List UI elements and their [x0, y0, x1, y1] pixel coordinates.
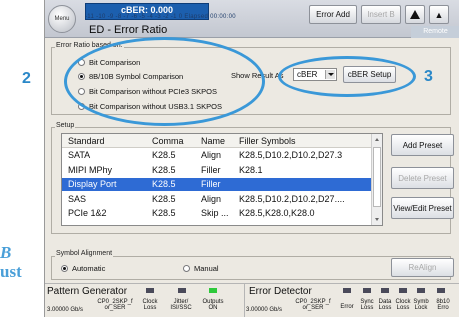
- ed-error: Error: [340, 304, 354, 310]
- column-standard[interactable]: Standard: [68, 136, 105, 146]
- status-divider: [244, 284, 245, 317]
- scroll-down-icon[interactable]: [375, 218, 379, 221]
- cell-filler: K28.5,D10.2,D10.2,D27....: [239, 193, 345, 204]
- column-name[interactable]: Name: [201, 136, 225, 146]
- ed-8b10b-led: [437, 288, 445, 293]
- pg-jitter-led: [178, 288, 186, 293]
- help-icon: ▲: [434, 9, 444, 20]
- pattern-generator-title: Pattern Generator: [47, 286, 128, 297]
- warning-button[interactable]: [405, 5, 425, 24]
- cell-filler: K28.5,D10.2,D10.2,D27.3: [239, 150, 343, 160]
- cell-comma: K28.5: [152, 193, 176, 204]
- pg-outputs-led: [209, 288, 217, 293]
- cell-standard: PCIe 1&2: [68, 208, 107, 218]
- realign-button[interactable]: ReAlign: [391, 258, 454, 277]
- error-add-button[interactable]: Error Add: [309, 5, 357, 24]
- cell-comma: K28.5: [152, 150, 176, 160]
- ed-pattern: CP0_2SKP_f or_SER: [295, 299, 331, 311]
- cell-comma: K28.5: [152, 208, 176, 218]
- table-row[interactable]: PCIe 1&2 K28.5 Skip ... K28.5,K28.0,K28.0: [62, 207, 372, 220]
- cell-name: Align: [201, 150, 222, 160]
- setup-group-label: Setup: [55, 122, 76, 129]
- table-row[interactable]: SAS K28.5 Align K28.5,D10.2,D10.2,D27....: [62, 193, 372, 206]
- cell-standard: Display Port: [68, 179, 117, 189]
- pg-clock-led: [146, 288, 154, 293]
- table-row[interactable]: Display Port K28.5 Filler: [62, 178, 372, 191]
- cell-filler: K28.5,K28.0,K28.0: [239, 208, 315, 218]
- radio-manual[interactable]: [183, 265, 190, 272]
- cell-name: Filler: [201, 179, 221, 189]
- title-bar: Menu cBER: 0.000 -11 -10 -9 -8 -7 -6 -5 …: [45, 0, 459, 38]
- cell-standard: MIPI MPhy: [68, 164, 113, 175]
- error-detector-title: Error Detector: [249, 286, 312, 297]
- ed-error-led: [343, 288, 351, 293]
- pg-outputs: Outputs ON: [202, 299, 224, 311]
- symbol-alignment-group-label: Symbol Alignment: [55, 250, 114, 257]
- ed-data-led: [381, 288, 389, 293]
- cell-name: Align: [201, 193, 222, 204]
- delete-preset-button[interactable]: Delete Preset: [391, 167, 454, 189]
- pg-rate: 3.00000 Gb/s: [47, 307, 84, 313]
- ed-symb-led: [417, 288, 425, 293]
- callout-number-3: 3: [424, 68, 433, 85]
- ed-sync-led: [363, 288, 371, 293]
- callout-ellipse-3: [278, 56, 416, 97]
- cell-name: Filler: [201, 164, 221, 175]
- document-letter-b: B: [0, 243, 12, 262]
- view-edit-preset-button[interactable]: View/Edit Preset: [391, 197, 454, 219]
- page-title: ED - Error Ratio: [89, 24, 168, 36]
- pg-pattern: CP0_2SKP_f or_SER: [97, 299, 133, 311]
- table-header: Standard Comma Name Filler Symbols: [62, 134, 372, 148]
- radio-automatic[interactable]: [61, 265, 68, 272]
- ed-8b10b-error: 8b10 Erro: [436, 299, 450, 311]
- pg-jitter: Jitter/ ISI/SSC: [170, 299, 192, 311]
- table-row[interactable]: SATA K28.5 Align K28.5,D10.2,D10.2,D27.3: [62, 149, 372, 162]
- column-filler-symbols[interactable]: Filler Symbols: [239, 136, 296, 146]
- column-comma[interactable]: Comma: [152, 136, 184, 146]
- manual-label: Manual: [194, 264, 219, 273]
- ed-data-loss: Data Loss: [378, 299, 392, 311]
- menu-button[interactable]: Menu: [48, 5, 76, 33]
- document-text-fragment: ust: [0, 262, 22, 281]
- filler-symbols-table[interactable]: Standard Comma Name Filler Symbols SATA K…: [61, 133, 383, 226]
- ed-rate: 3.00000 Gb/s: [246, 307, 283, 313]
- cell-name: Skip ...: [201, 208, 229, 218]
- table-scrollbar[interactable]: [371, 134, 382, 225]
- cell-standard: SAS: [68, 193, 87, 204]
- scroll-thumb[interactable]: [373, 147, 381, 207]
- error-scale: -11 -10 -9 -8 -7 -6 -5 -4 -3 -2 -1 0 Ela…: [85, 14, 236, 20]
- callout-number-2: 2: [22, 70, 31, 87]
- callout-ellipse-2: [64, 37, 265, 126]
- cell-comma: K28.5: [152, 179, 176, 189]
- cell-filler: K28.1: [239, 164, 263, 175]
- status-bar: Pattern Generator 3.00000 Gb/s CP0_2SKP_…: [45, 283, 459, 317]
- cell-comma: K28.5: [152, 164, 176, 175]
- ed-clock-led: [399, 288, 407, 293]
- ed-symb-lock: Symb Lock: [413, 299, 429, 311]
- cell-standard: SATA: [68, 150, 91, 160]
- scroll-up-icon[interactable]: [375, 138, 379, 141]
- remote-indicator: Remote: [411, 26, 459, 38]
- add-preset-button[interactable]: Add Preset: [391, 134, 454, 156]
- warning-icon: [410, 10, 420, 19]
- insert-b-button[interactable]: Insert B: [361, 5, 401, 24]
- pg-clock-loss: Clock Loss: [142, 299, 158, 311]
- table-row[interactable]: MIPI MPhy K28.5 Filler K28.1: [62, 164, 372, 177]
- ed-sync-loss: Sync Loss: [360, 299, 374, 311]
- automatic-label: Automatic: [72, 264, 106, 273]
- ed-clock-loss: Clock Loss: [395, 299, 411, 311]
- help-button[interactable]: ▲: [429, 5, 449, 24]
